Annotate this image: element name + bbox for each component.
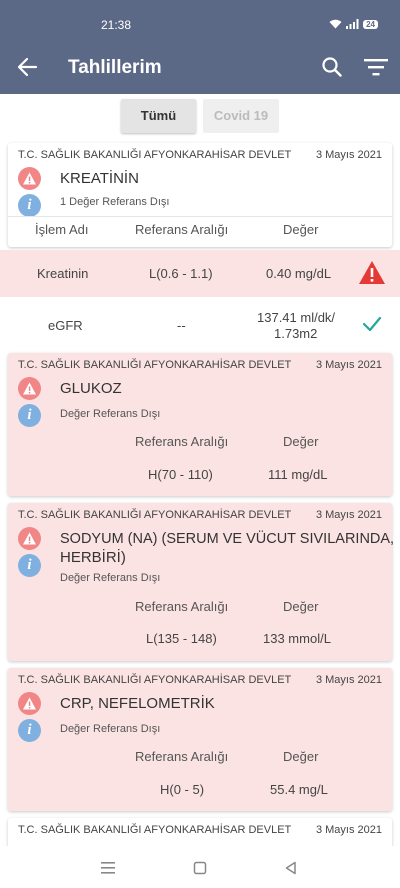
result-value: 133 mmol/L bbox=[263, 631, 331, 646]
out-of-range-note: 1 Değer Referans Dışı bbox=[60, 196, 170, 208]
result-range: H(0 - 5) bbox=[160, 782, 205, 797]
warning-icon bbox=[18, 377, 41, 400]
test-name: KREATİNİN bbox=[60, 170, 139, 187]
test-name: CRP, NEFELOMETRİK bbox=[60, 695, 215, 712]
test-card-sodyum[interactable]: T.C. SAĞLIK BAKANLIĞI AFYONKARAHİSAR DEV… bbox=[8, 503, 395, 661]
test-date: 3 Mayıs 2021 bbox=[315, 509, 382, 521]
search-icon[interactable] bbox=[321, 56, 343, 78]
result-value: 55.4 mg/L bbox=[270, 782, 328, 797]
app-bar: Tahlillerim bbox=[0, 42, 400, 94]
warning-icon bbox=[18, 692, 41, 715]
test-date: 3 Mayıs 2021 bbox=[315, 359, 382, 371]
battery-indicator: 24 bbox=[363, 19, 378, 29]
back-nav-icon[interactable] bbox=[284, 861, 298, 875]
wifi-icon bbox=[329, 19, 342, 29]
info-icon[interactable]: i bbox=[18, 194, 41, 217]
result-value-line1: 137.41 ml/dk/ bbox=[257, 310, 336, 325]
warning-icon bbox=[18, 167, 41, 190]
menu-icon[interactable] bbox=[100, 861, 116, 875]
result-name: eGFR bbox=[48, 318, 83, 333]
tab-covid19[interactable]: Covid 19 bbox=[203, 99, 279, 133]
home-icon[interactable] bbox=[193, 861, 207, 875]
result-value: 0.40 mg/dL bbox=[266, 266, 332, 281]
out-of-range-note: Değer Referans Dışı bbox=[60, 408, 161, 420]
result-range: L(135 - 148) bbox=[146, 631, 217, 646]
test-date: 3 Mayıs 2021 bbox=[315, 824, 382, 836]
signal-icon bbox=[346, 19, 359, 29]
hospital-name: T.C. SAĞLIK BAKANLIĞI AFYONKARAHİSAR DEV… bbox=[18, 674, 292, 686]
back-arrow-icon[interactable] bbox=[16, 56, 38, 78]
test-name-line1: SODYUM (NA) (SERUM VE VÜCUT SIVILARINDA, bbox=[60, 531, 395, 547]
out-of-range-note: Değer Referans Dışı bbox=[60, 723, 161, 735]
column-header-value: Değer bbox=[283, 599, 319, 614]
column-header-value: Değer bbox=[283, 222, 319, 237]
warning-icon bbox=[18, 527, 41, 550]
status-icons: 24 bbox=[329, 19, 378, 29]
column-header-name: İşlem Adı bbox=[35, 222, 89, 237]
hospital-name: T.C. SAĞLIK BAKANLIĞI AFYONKARAHİSAR DEV… bbox=[18, 824, 292, 836]
result-range: L(0.6 - 1.1) bbox=[149, 266, 213, 281]
hospital-name: T.C. SAĞLIK BAKANLIĞI AFYONKARAHİSAR DEV… bbox=[18, 509, 292, 521]
alert-triangle-icon bbox=[359, 261, 385, 284]
hospital-name: T.C. SAĞLIK BAKANLIĞI AFYONKARAHİSAR DEV… bbox=[18, 149, 292, 161]
result-value: 111 mg/dL bbox=[268, 467, 328, 482]
result-row-kreatinin[interactable]: Kreatinin L(0.6 - 1.1) 0.40 mg/dL bbox=[0, 250, 400, 297]
page-title: Tahlillerim bbox=[68, 57, 162, 78]
column-header-value: Değer bbox=[283, 749, 319, 764]
status-bar: 21:38 24 bbox=[0, 0, 400, 42]
column-header-range: Referans Aralığı bbox=[135, 749, 229, 764]
result-row-egfr[interactable]: eGFR -- 137.41 ml/dk/ 1.73m2 bbox=[0, 299, 400, 349]
test-card-glukoz[interactable]: T.C. SAĞLIK BAKANLIĞI AFYONKARAHİSAR DEV… bbox=[8, 353, 392, 496]
column-header-range: Referans Aralığı bbox=[135, 434, 229, 449]
test-name: GLUKOZ bbox=[60, 380, 122, 397]
tab-all[interactable]: Tümü bbox=[121, 99, 196, 133]
result-range: -- bbox=[177, 318, 186, 333]
tab-bar: Tümü Covid 19 bbox=[0, 94, 400, 140]
info-icon[interactable]: i bbox=[18, 404, 41, 427]
test-date: 3 Mayıs 2021 bbox=[315, 674, 382, 686]
result-range: H(70 - 110) bbox=[148, 467, 213, 482]
test-name-line2: HERBİRİ) bbox=[60, 549, 126, 566]
out-of-range-note: Değer Referans Dışı bbox=[60, 572, 161, 584]
result-value-line2: 1.73m2 bbox=[274, 326, 318, 341]
column-header-range: Referans Aralığı bbox=[135, 599, 229, 614]
status-time: 21:38 bbox=[101, 18, 132, 32]
result-name: Kreatinin bbox=[37, 266, 89, 281]
check-icon bbox=[362, 316, 382, 332]
test-card-crp[interactable]: T.C. SAĞLIK BAKANLIĞI AFYONKARAHİSAR DEV… bbox=[8, 668, 392, 811]
info-icon[interactable]: i bbox=[18, 719, 41, 742]
column-header-range: Referans Aralığı bbox=[135, 222, 229, 237]
filter-icon[interactable] bbox=[364, 57, 388, 77]
hospital-name: T.C. SAĞLIK BAKANLIĞI AFYONKARAHİSAR DEV… bbox=[18, 359, 292, 371]
system-nav-bar bbox=[0, 846, 400, 888]
card-divider bbox=[8, 216, 392, 217]
test-card-kreatinin[interactable]: T.C. SAĞLIK BAKANLIĞI AFYONKARAHİSAR DEV… bbox=[8, 143, 392, 247]
column-header-value: Değer bbox=[283, 434, 319, 449]
test-date: 3 Mayıs 2021 bbox=[315, 149, 382, 161]
info-icon[interactable]: i bbox=[18, 554, 41, 577]
